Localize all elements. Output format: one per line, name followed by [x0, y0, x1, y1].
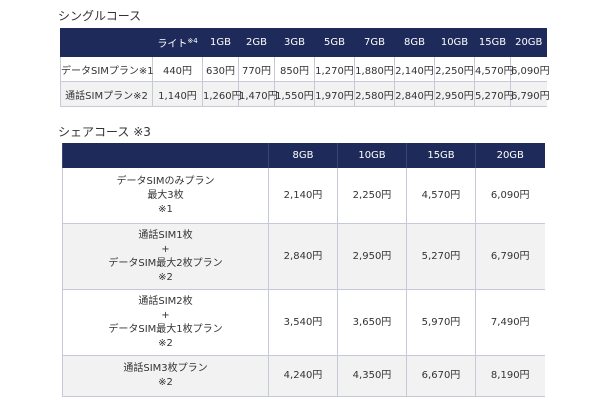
- plan-line: +: [161, 243, 170, 255]
- share-row-voice3: 通話SIM3枚プラン ※2 4,240円 4,350円 6,670円 8,190…: [62, 355, 545, 397]
- price-cell: 2,840円: [394, 81, 435, 107]
- share-header-10gb: 10GB: [337, 143, 407, 168]
- price-cell: 6,670円: [406, 355, 476, 397]
- price-cell: 2,140円: [268, 168, 338, 224]
- price-cell: 1,970円: [314, 81, 355, 107]
- single-header-blank: [60, 28, 153, 57]
- single-header-15gb: 15GB: [474, 28, 511, 57]
- share-header-blank: [62, 143, 269, 168]
- share-header-20gb: 20GB: [475, 143, 545, 168]
- plan-line: 通話SIM3枚プラン: [123, 363, 208, 374]
- share-course-heading: シェアコース ※3: [58, 125, 151, 139]
- plan-line: 通話SIM2枚: [138, 295, 193, 307]
- price-cell: 1,140円: [152, 81, 203, 107]
- price-cell: 1,270円: [314, 57, 355, 82]
- share-header-row: 8GB 10GB 15GB 20GB: [62, 143, 545, 168]
- plan-line: +: [161, 309, 170, 321]
- single-row-voice-sim: 通話SIMプラン※2 1,140円 1,260円 1,470円 1,550円 1…: [60, 81, 550, 107]
- price-cell: 7,490円: [475, 289, 545, 356]
- price-cell: 1,260円: [202, 81, 242, 107]
- plan-line: ※2: [158, 271, 173, 283]
- price-cell: 2,250円: [434, 57, 475, 82]
- single-header-3gb: 3GB: [274, 28, 315, 57]
- price-cell: 6,790円: [475, 223, 545, 290]
- lite-footnote-mark: ※4: [187, 37, 198, 45]
- share-row-voice1-data2: 通話SIM1枚 + データSIM最大2枚プラン ※2 2,840円 2,950円…: [62, 223, 545, 290]
- plan-name: 通話SIM3枚プラン ※2: [62, 355, 269, 397]
- price-cell: 5,270円: [474, 81, 514, 107]
- plan-name: 通話SIMプラン※2: [60, 81, 153, 107]
- price-cell: 6,090円: [510, 57, 550, 82]
- share-row-voice2-data1: 通話SIM2枚 + データSIM最大1枚プラン ※2 3,540円 3,650円…: [62, 289, 545, 356]
- plan-line: ※2: [158, 337, 173, 349]
- price-cell: 6,790円: [510, 81, 550, 107]
- plan-line: ※1: [158, 203, 173, 215]
- single-header-row: ライト※4 1GB 2GB 3GB 5GB 7GB 8GB 10GB 15GB …: [60, 28, 547, 57]
- single-course-table: ライト※4 1GB 2GB 3GB 5GB 7GB 8GB 10GB 15GB …: [60, 28, 550, 107]
- price-cell: 850円: [274, 57, 315, 82]
- price-cell: 2,950円: [337, 223, 407, 290]
- single-header-7gb: 7GB: [354, 28, 395, 57]
- plan-name: 通話SIM2枚 + データSIM最大1枚プラン ※2: [62, 289, 269, 356]
- price-cell: 1,550円: [274, 81, 315, 107]
- share-course-table: 8GB 10GB 15GB 20GB データSIMのみプラン 最大3枚 ※1 2…: [62, 143, 545, 397]
- price-cell: 5,270円: [406, 223, 476, 290]
- plan-line: データSIMのみプラン: [116, 175, 215, 187]
- single-header-20gb: 20GB: [510, 28, 547, 57]
- plan-name: データSIMのみプラン 最大3枚 ※1: [62, 168, 269, 224]
- price-cell: 630円: [202, 57, 239, 82]
- single-header-2gb: 2GB: [238, 28, 275, 57]
- price-cell: 3,650円: [337, 289, 407, 356]
- plan-line: 最大3枚: [147, 189, 184, 201]
- price-cell: 8,190円: [475, 355, 545, 397]
- price-cell: 4,240円: [268, 355, 338, 397]
- price-cell: 3,540円: [268, 289, 338, 356]
- plan-line: データSIM最大2枚プラン: [108, 257, 223, 269]
- single-header-10gb: 10GB: [434, 28, 475, 57]
- price-cell: 6,090円: [475, 168, 545, 224]
- price-cell: 440円: [152, 57, 203, 82]
- price-cell: 2,840円: [268, 223, 338, 290]
- plan-name: 通話SIM1枚 + データSIM最大2枚プラン ※2: [62, 223, 269, 290]
- share-row-data-only: データSIMのみプラン 最大3枚 ※1 2,140円 2,250円 4,570円…: [62, 168, 545, 224]
- price-cell: 2,950円: [434, 81, 475, 107]
- price-cell: 4,350円: [337, 355, 407, 397]
- single-header-lite: ライト※4: [152, 28, 203, 57]
- single-header-5gb: 5GB: [314, 28, 355, 57]
- price-cell: 2,140円: [394, 57, 435, 82]
- share-header-8gb: 8GB: [268, 143, 338, 168]
- single-row-data-sim: データSIMプラン※1 440円 630円 770円 850円 1,270円 1…: [60, 57, 550, 82]
- share-header-15gb: 15GB: [406, 143, 476, 168]
- price-cell: 4,570円: [406, 168, 476, 224]
- plan-line: ※2: [158, 377, 173, 388]
- price-cell: 5,970円: [406, 289, 476, 356]
- plan-line: データSIM最大1枚プラン: [108, 323, 223, 335]
- plan-line: 通話SIM1枚: [138, 229, 193, 241]
- price-cell: 2,580円: [354, 81, 395, 107]
- price-cell: 4,570円: [474, 57, 514, 82]
- plan-name: データSIMプラン※1: [60, 57, 154, 82]
- single-header-8gb: 8GB: [394, 28, 435, 57]
- single-course-heading: シングルコース: [58, 9, 142, 23]
- price-cell: 1,880円: [354, 57, 395, 82]
- price-cell: 770円: [238, 57, 275, 82]
- price-cell: 1,470円: [238, 81, 278, 107]
- single-header-1gb: 1GB: [202, 28, 239, 57]
- price-cell: 2,250円: [337, 168, 407, 224]
